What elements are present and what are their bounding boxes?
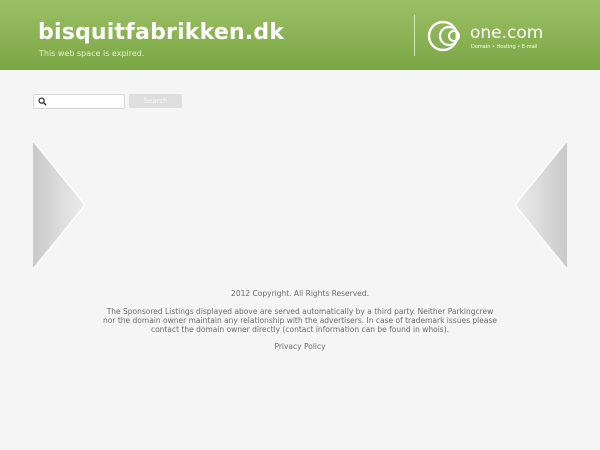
disclaimer-text: The Sponsored Listings displayed above a… — [103, 307, 497, 334]
one-com-logo-icon — [427, 20, 460, 52]
header-bar: bisquitfabrikken.dk This web space is ex… — [0, 0, 600, 70]
search-input[interactable] — [49, 95, 121, 108]
site-subtitle: This web space is expired. — [39, 49, 145, 58]
privacy-policy-link[interactable]: Privacy Policy — [100, 342, 500, 351]
copyright-text: 2012 Copyright. All Rights Reserved. — [231, 289, 369, 298]
search-button[interactable]: Search — [129, 94, 182, 108]
arrow-right-icon[interactable] — [515, 141, 567, 269]
arrow-left-icon[interactable] — [33, 141, 85, 269]
header-divider — [414, 15, 415, 56]
search-box[interactable] — [33, 94, 125, 109]
search-icon — [38, 97, 47, 106]
brand-tagline: Domain • Hosting • E-mail — [471, 44, 538, 50]
site-title: bisquitfabrikken.dk — [38, 20, 285, 45]
brand-name: one.com — [470, 23, 544, 43]
